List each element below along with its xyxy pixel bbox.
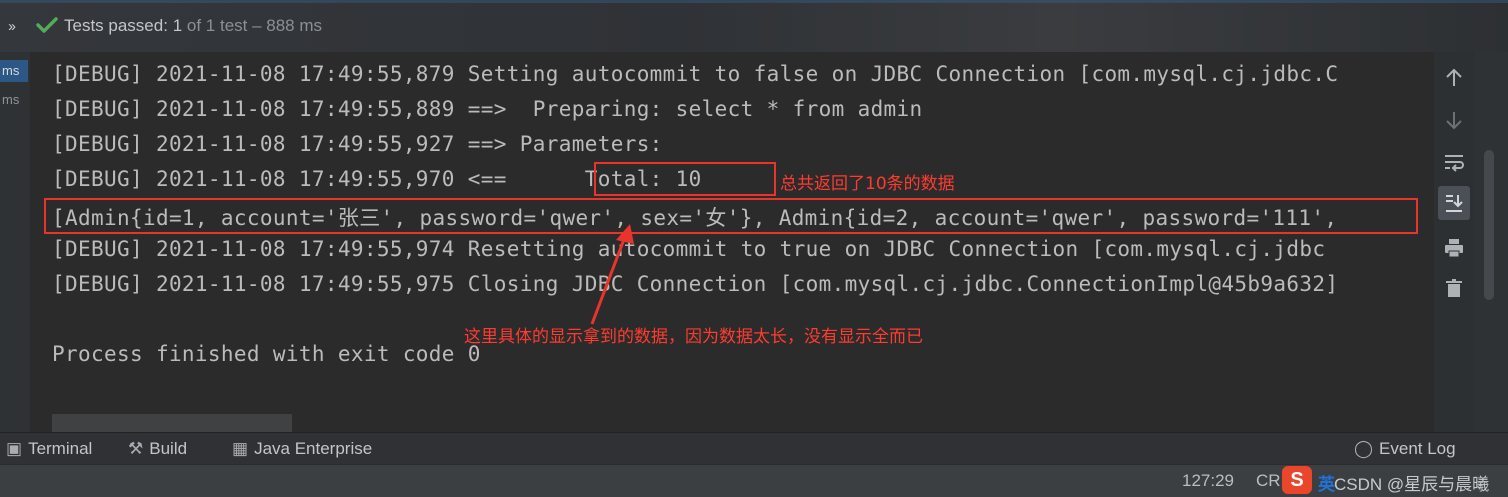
scrollbar-thumb[interactable] bbox=[1484, 150, 1494, 300]
console-line: [DEBUG] 2021-11-08 17:49:55,975 Closing … bbox=[52, 272, 1339, 296]
test-tree-gutter bbox=[0, 52, 30, 432]
test-status-detail: of 1 test – 888 ms bbox=[186, 16, 323, 35]
test-status-text: Tests passed: 1 of 1 test – 888 ms bbox=[64, 16, 322, 36]
data-highlight-box bbox=[44, 198, 1418, 234]
console-line: [DEBUG] 2021-11-08 17:49:55,974 Resettin… bbox=[52, 237, 1326, 261]
tool-window-bar: ▣ Terminal ⚒ Build ▦ Java Enterprise ◯ Event… bbox=[0, 432, 1508, 465]
trash-icon[interactable] bbox=[1442, 276, 1466, 300]
expand-chevrons-icon[interactable]: ›› bbox=[8, 18, 16, 35]
tab-java-enterprise-label: Java Enterprise bbox=[254, 439, 373, 458]
data-annotation: 这里具体的显示拿到的数据，因为数据太长，没有显示全而已 bbox=[464, 327, 923, 347]
arrow-up-icon[interactable] bbox=[1442, 66, 1466, 90]
total-annotation: 总共返回了10条的数据 bbox=[780, 174, 955, 194]
sogou-ime-icon[interactable]: S bbox=[1282, 466, 1312, 494]
tab-build-label: Build bbox=[149, 439, 188, 458]
java-enterprise-icon: ▦ bbox=[232, 439, 249, 458]
tab-terminal[interactable]: ▣ Terminal bbox=[6, 439, 92, 459]
tab-event-log-label: Event Log bbox=[1379, 439, 1456, 458]
caret-position[interactable]: 127:29 bbox=[1182, 471, 1234, 491]
tab-terminal-label: Terminal bbox=[28, 439, 93, 458]
tab-java-enterprise[interactable]: ▦ Java Enterprise bbox=[232, 439, 372, 459]
test-status-count: 1 bbox=[172, 16, 183, 35]
console-line: [DEBUG] 2021-11-08 17:49:55,879 Setting … bbox=[52, 62, 1339, 86]
tab-build[interactable]: ⚒ Build bbox=[128, 439, 187, 459]
total-highlight-box bbox=[594, 162, 776, 196]
gutter-time[interactable]: ms bbox=[2, 92, 19, 107]
tab-event-log[interactable]: ◯ Event Log bbox=[1354, 439, 1456, 459]
hammer-icon: ⚒ bbox=[128, 439, 144, 458]
soft-wrap-icon[interactable] bbox=[1442, 150, 1466, 174]
console-exit-line: Process finished with exit code 0 bbox=[52, 342, 481, 366]
checkmark-icon bbox=[36, 17, 58, 33]
terminal-icon: ▣ bbox=[6, 439, 23, 458]
test-status-bar: ›› Tests passed: 1 of 1 test – 888 ms bbox=[0, 0, 1508, 52]
gutter-time-selected[interactable]: ms bbox=[0, 60, 28, 82]
arrow-down-icon[interactable] bbox=[1442, 108, 1466, 132]
console-output[interactable]: [DEBUG] 2021-11-08 17:49:55,879 Setting … bbox=[30, 52, 1434, 432]
test-status-label: Tests passed: bbox=[64, 16, 168, 35]
console-line: [DEBUG] 2021-11-08 17:49:55,889 ==> Prep… bbox=[52, 97, 923, 121]
line-separator[interactable]: CR bbox=[1256, 471, 1281, 491]
console-line: [DEBUG] 2021-11-08 17:49:55,927 ==> Para… bbox=[52, 132, 676, 156]
scroll-to-end-icon[interactable] bbox=[1442, 191, 1466, 215]
annotation-arrow-icon bbox=[590, 224, 634, 325]
selection-fragment bbox=[52, 414, 292, 432]
event-log-icon: ◯ bbox=[1354, 439, 1374, 458]
print-icon[interactable] bbox=[1442, 236, 1466, 260]
console-toolbar bbox=[1434, 52, 1474, 432]
csdn-watermark: CSDN @星辰与晨曦 bbox=[1334, 475, 1490, 494]
ime-mode-label[interactable]: 英 bbox=[1318, 470, 1335, 495]
top-divider bbox=[0, 0, 1508, 3]
